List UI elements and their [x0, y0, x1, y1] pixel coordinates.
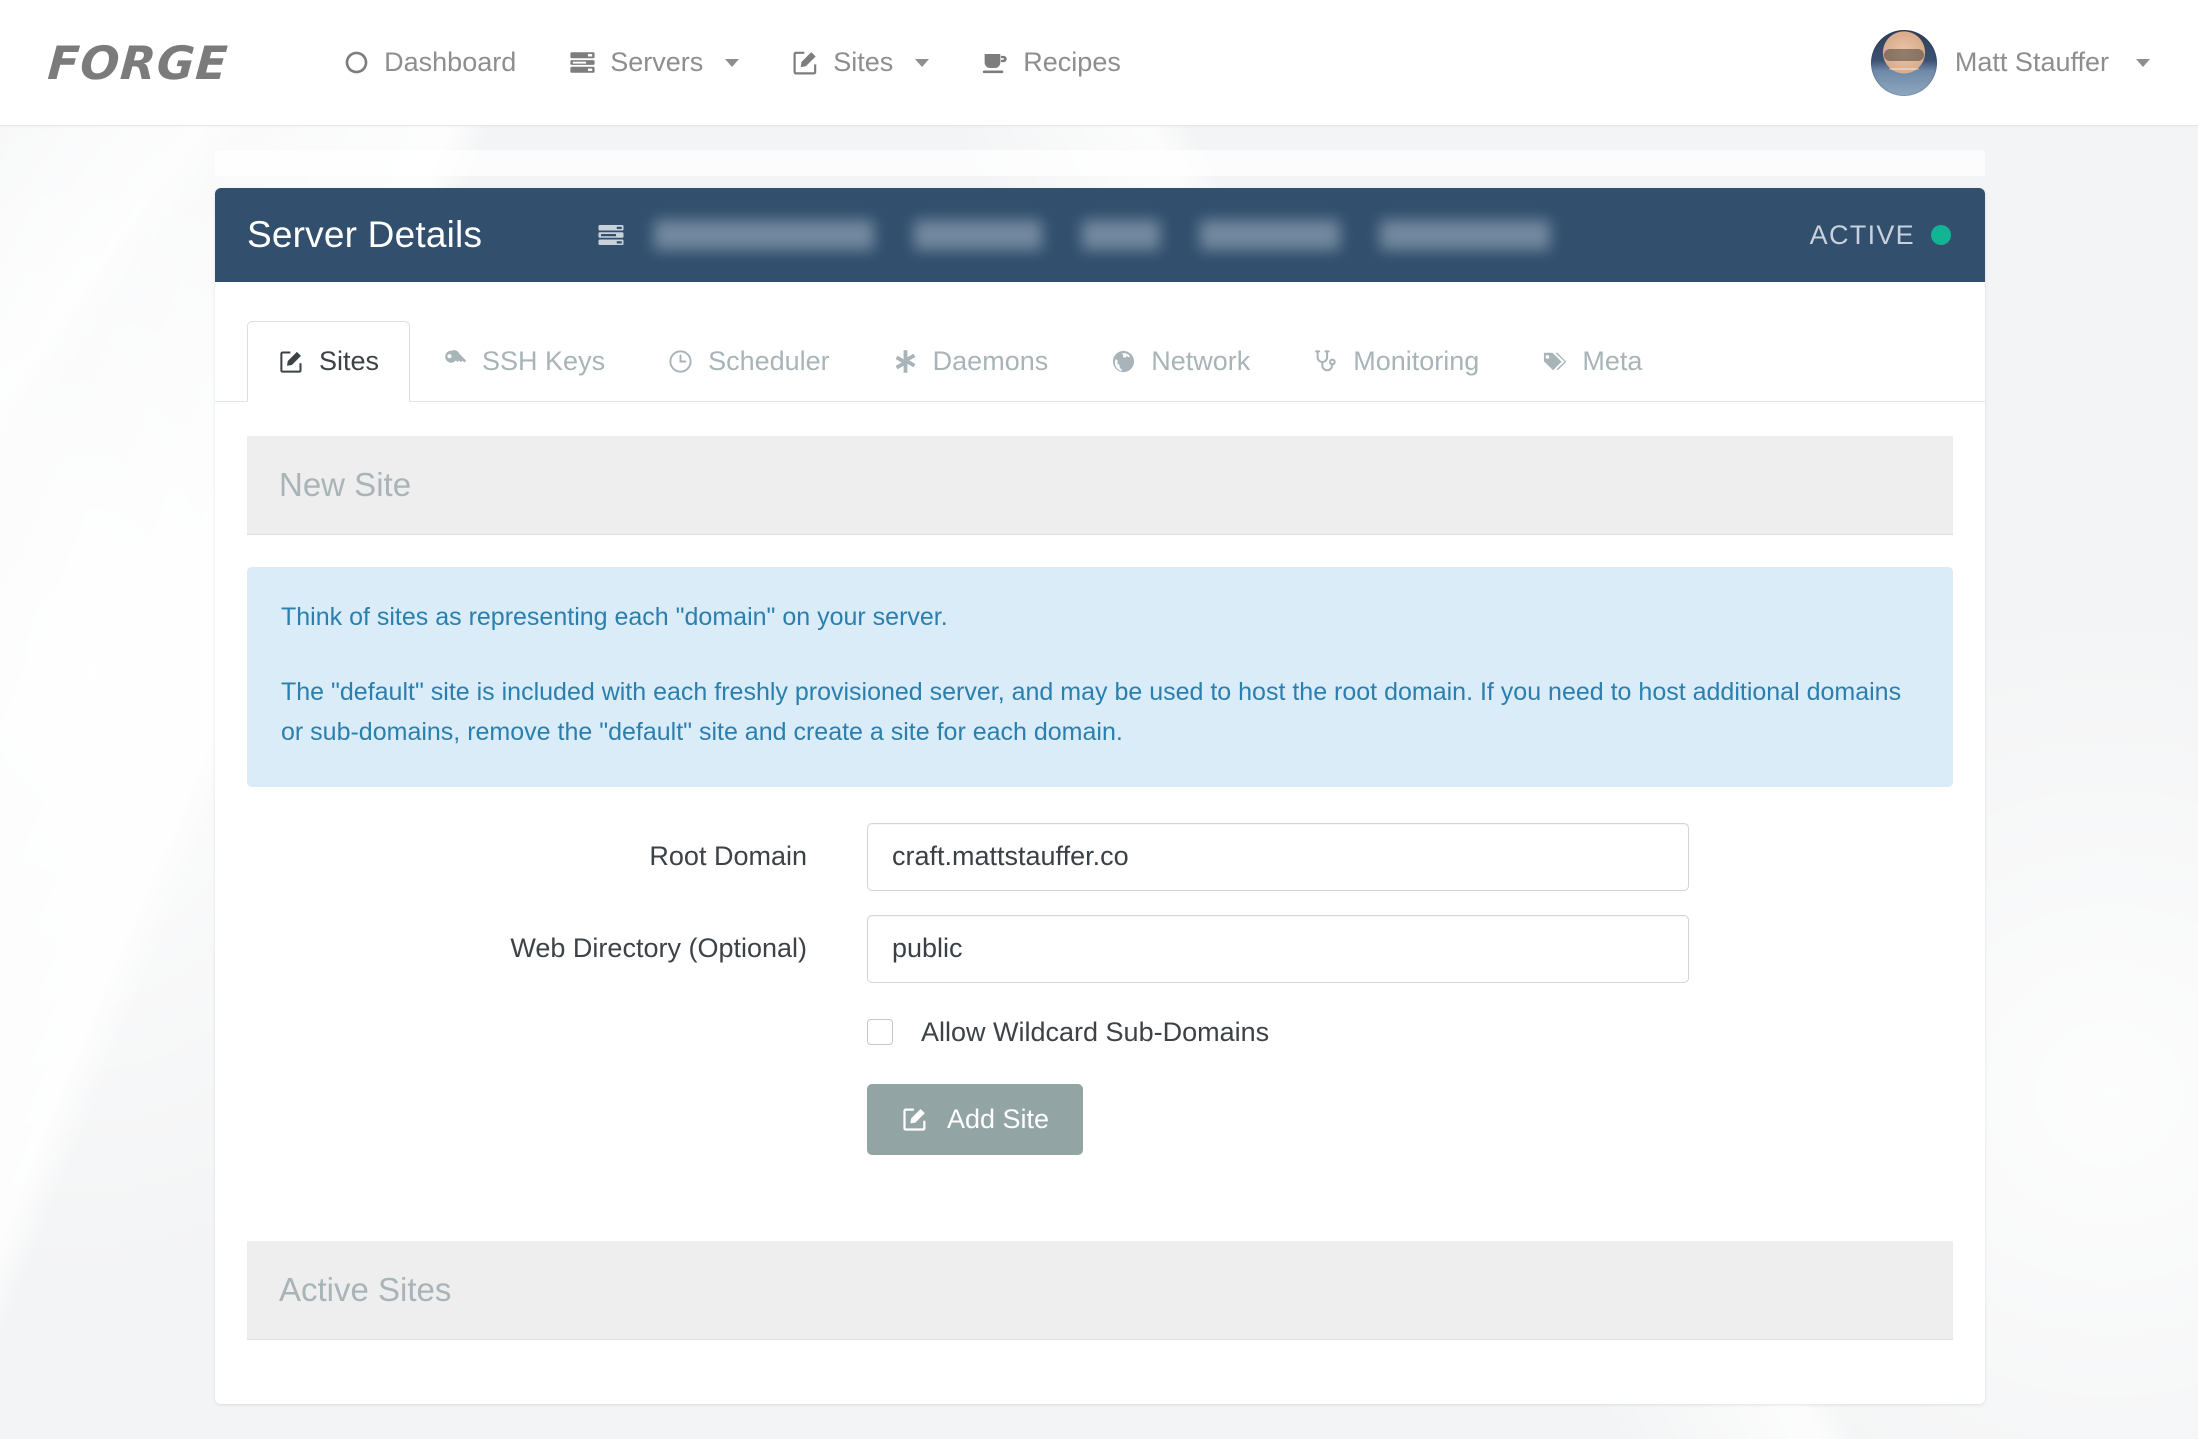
- redacted-block-4: [1200, 220, 1341, 250]
- new-site-form: Root Domain Web Directory (Optional) All…: [247, 787, 1953, 1217]
- alert-paragraph-2: The "default" site is included with each…: [281, 677, 1902, 747]
- primary-nav-links: Dashboard Servers Sites Recipes: [316, 47, 1147, 78]
- chevron-down-icon: [725, 58, 740, 67]
- forge-logo[interactable]: FORGE: [46, 36, 230, 90]
- pencil-square-icon: [901, 1105, 929, 1133]
- new-site-heading: New Site: [247, 436, 1953, 535]
- card-bottom-padding: [215, 1339, 1985, 1404]
- tab-ssh-keys[interactable]: SSH Keys: [410, 321, 636, 402]
- tab-bar: Sites SSH Keys Scheduler Daemons Network Moni…: [215, 282, 1985, 402]
- form-row-root-domain: Root Domain: [247, 822, 1953, 891]
- redacted-block-5: [1380, 220, 1551, 250]
- card-header: Server Details ACTIVE: [215, 188, 1985, 282]
- add-site-button[interactable]: Add Site: [867, 1083, 1084, 1155]
- card-body: New Site Think of sites as representing …: [215, 402, 1985, 1340]
- web-directory-label: Web Directory (Optional): [510, 933, 807, 963]
- nav-label-servers: Servers: [610, 47, 704, 77]
- page-title: Server Details: [247, 214, 483, 255]
- redacted-block-2: [914, 220, 1043, 250]
- tab-sites[interactable]: Sites: [247, 321, 411, 402]
- server-stack-icon: [596, 220, 626, 250]
- tab-label: Meta: [1582, 346, 1643, 376]
- add-site-button-label: Add Site: [947, 1103, 1050, 1134]
- sites-icon: [791, 48, 820, 77]
- tab-label: Sites: [319, 346, 380, 376]
- recipes-icon: [981, 48, 1010, 77]
- redacted-block-3: [1082, 220, 1161, 250]
- tab-scheduler[interactable]: Scheduler: [636, 321, 861, 402]
- key-icon: [441, 348, 468, 375]
- top-navigation-bar: FORGE Dashboard Servers Sites Recipes Ma…: [0, 0, 2198, 126]
- avatar: [1870, 29, 1937, 96]
- status-dot-icon: [1931, 225, 1951, 245]
- tab-monitoring[interactable]: Monitoring: [1281, 321, 1510, 402]
- server-details-card: Server Details ACTIVE Sites SSH Keys Sched…: [215, 188, 1985, 1404]
- nav-label-dashboard: Dashboard: [384, 47, 517, 77]
- nav-item-recipes[interactable]: Recipes: [955, 47, 1147, 78]
- tab-label: Network: [1151, 346, 1251, 376]
- stethoscope-icon: [1312, 348, 1339, 375]
- redacted-block-1: [654, 220, 875, 250]
- nav-label-sites: Sites: [833, 47, 894, 77]
- asterisk-icon: [892, 348, 919, 375]
- tab-daemons[interactable]: Daemons: [861, 321, 1080, 402]
- chevron-down-icon: [2136, 58, 2150, 67]
- wildcard-subdomains-checkbox[interactable]: [867, 1019, 893, 1045]
- clock-icon: [667, 348, 694, 375]
- tags-icon: [1541, 348, 1568, 375]
- chevron-down-icon: [915, 58, 930, 67]
- root-domain-label: Root Domain: [649, 841, 807, 871]
- alert-paragraph-1: Think of sites as representing each "dom…: [281, 603, 948, 631]
- form-row-submit: Add Site: [247, 1083, 1953, 1217]
- status-badge: ACTIVE: [1810, 220, 1951, 251]
- nav-item-dashboard[interactable]: Dashboard: [316, 47, 542, 78]
- nav-item-servers[interactable]: Servers: [542, 47, 765, 78]
- redacted-server-info: [654, 220, 1810, 250]
- dashboard-icon: [342, 48, 371, 77]
- root-domain-input[interactable]: [867, 822, 1689, 891]
- tab-network[interactable]: Network: [1079, 321, 1281, 402]
- info-alert: Think of sites as representing each "dom…: [247, 567, 1953, 787]
- nav-item-sites[interactable]: Sites: [765, 47, 955, 78]
- form-row-web-directory: Web Directory (Optional): [247, 914, 1953, 983]
- status-label: ACTIVE: [1809, 219, 1915, 250]
- servers-icon: [568, 48, 597, 77]
- wildcard-subdomains-label[interactable]: Allow Wildcard Sub-Domains: [921, 1017, 1269, 1048]
- form-row-wildcard: Allow Wildcard Sub-Domains: [247, 1017, 1953, 1048]
- tab-label: Daemons: [932, 346, 1049, 376]
- web-directory-input[interactable]: [867, 914, 1689, 983]
- nav-label-recipes: Recipes: [1023, 47, 1121, 77]
- tab-label: Monitoring: [1353, 346, 1480, 376]
- user-menu[interactable]: Matt Stauffer: [1870, 29, 2150, 96]
- user-name-label: Matt Stauffer: [1954, 47, 2109, 77]
- globe-icon: [1110, 348, 1137, 375]
- card-top-strip: [215, 150, 1985, 176]
- tab-label: SSH Keys: [482, 346, 606, 376]
- active-sites-heading: Active Sites: [247, 1240, 1953, 1340]
- tab-meta[interactable]: Meta: [1510, 321, 1673, 402]
- tab-label: Scheduler: [708, 346, 830, 376]
- pencil-square-icon: [278, 348, 305, 375]
